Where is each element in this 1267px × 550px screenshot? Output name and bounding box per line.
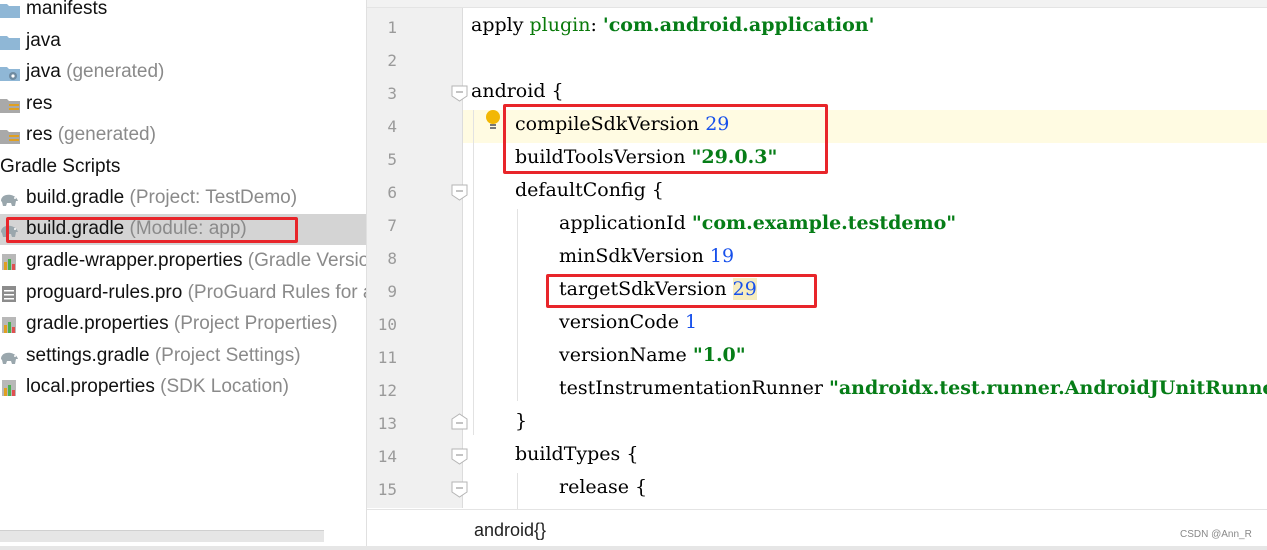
line-number: 15: [377, 480, 397, 499]
editor-top-edge: [367, 0, 1267, 8]
fold-end-icon[interactable]: [451, 413, 468, 430]
tree-item-res[interactable]: res: [0, 89, 366, 120]
line-number: 3: [387, 84, 397, 103]
tree-item-java[interactable]: java: [0, 26, 366, 57]
fold-collapse-icon[interactable]: [451, 481, 468, 498]
line-number: 4: [387, 117, 397, 136]
line-number: 5: [387, 150, 397, 169]
gutter-separator: [462, 8, 463, 508]
tree-item-proguard-rules[interactable]: proguard-rules.pro (ProGuard Rules for a…: [0, 278, 366, 309]
properties-file-icon: [2, 254, 16, 270]
code-line-11[interactable]: versionName "1.0": [559, 344, 746, 377]
resource-folder-icon: [0, 130, 20, 144]
code-line-12[interactable]: testInstrumentationRunner "androidx.test…: [559, 377, 1267, 410]
lightbulb-icon[interactable]: [485, 110, 501, 132]
tree-item-build-gradle-project[interactable]: build.gradle (Project: TestDemo): [0, 183, 366, 214]
project-tree-panel: manifests java java (generated) res res …: [0, 0, 366, 550]
tree-item-manifests[interactable]: manifests: [0, 0, 366, 25]
breadcrumb[interactable]: android{}: [474, 520, 546, 541]
tree-item-local-properties[interactable]: local.properties (SDK Location): [0, 372, 366, 403]
line-number: 12: [377, 381, 397, 400]
annotation-box-module-build-gradle: [6, 217, 298, 243]
line-number: 11: [377, 348, 397, 367]
line-number: 13: [377, 414, 397, 433]
resource-folder-icon: [0, 99, 20, 113]
code-editor[interactable]: 1 2 3 4 5 6 7 8 9 10 11 12 13 14 15 appl…: [367, 0, 1267, 550]
tree-item-gradle-scripts[interactable]: Gradle Scripts: [0, 152, 366, 183]
line-number: 6: [387, 183, 397, 202]
breadcrumb-bar: android{}: [367, 509, 1267, 550]
code-line-10[interactable]: versionCode 1: [559, 311, 697, 344]
fold-collapse-icon[interactable]: [451, 448, 468, 465]
line-number: 9: [387, 282, 397, 301]
tree-item-gradle-wrapper-properties[interactable]: gradle-wrapper.properties (Gradle Versio…: [0, 246, 366, 277]
fold-collapse-icon[interactable]: [451, 184, 468, 201]
code-line-7[interactable]: applicationId "com.example.testdemo": [559, 212, 956, 245]
folder-icon: [0, 4, 20, 18]
indent-guide: [517, 473, 518, 509]
code-line-14[interactable]: buildTypes {: [515, 443, 638, 476]
line-number: 14: [377, 447, 397, 466]
annotation-box-sdk-versions: [503, 104, 828, 174]
tree-item-java-generated[interactable]: java (generated): [0, 57, 366, 88]
folder-icon: [0, 36, 20, 50]
gradle-elephant-icon: [1, 352, 18, 364]
fold-collapse-icon[interactable]: [451, 85, 468, 102]
generated-folder-icon: [0, 67, 20, 81]
tree-item-res-generated[interactable]: res (generated): [0, 120, 366, 151]
properties-file-icon: [2, 380, 16, 396]
code-line-1[interactable]: apply plugin: 'com.android.application': [471, 14, 874, 47]
line-number: 7: [387, 216, 397, 235]
code-line-6[interactable]: defaultConfig {: [515, 179, 664, 212]
indent-guide: [517, 209, 518, 401]
code-line-15[interactable]: release {: [559, 476, 647, 509]
horizontal-scrollbar[interactable]: [0, 530, 324, 542]
annotation-box-target-sdk: [546, 274, 817, 308]
line-number: 10: [377, 315, 397, 334]
tree-item-gradle-properties[interactable]: gradle.properties (Project Properties): [0, 309, 366, 340]
window-bottom-edge: [0, 546, 1267, 550]
properties-file-icon: [2, 317, 16, 333]
tree-item-settings-gradle[interactable]: settings.gradle (Project Settings): [0, 341, 366, 372]
line-number: 2: [387, 51, 397, 70]
line-number: 1: [387, 18, 397, 37]
line-number: 8: [387, 249, 397, 268]
indent-guide: [473, 110, 474, 435]
text-file-icon: [2, 286, 16, 302]
code-line-13[interactable]: }: [515, 410, 527, 443]
watermark-text: CSDN @Ann_R: [1180, 529, 1252, 540]
gradle-elephant-icon: [1, 194, 18, 206]
